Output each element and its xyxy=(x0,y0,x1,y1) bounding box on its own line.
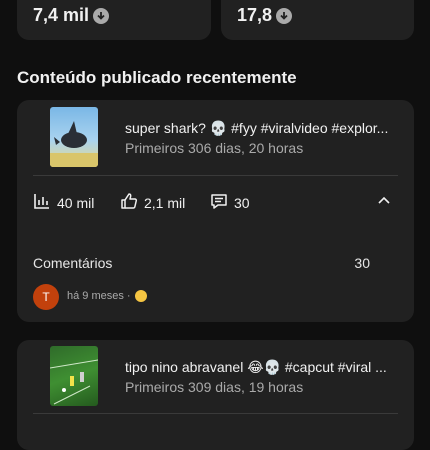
chevron-up-icon[interactable] xyxy=(376,192,392,213)
likes-metric: 2,1 mil xyxy=(120,192,185,213)
stat-value: 7,4 mil xyxy=(33,5,110,26)
video-meta: Primeiros 306 dias, 20 horas xyxy=(125,140,304,156)
comments-count-metric: 30 xyxy=(234,194,250,211)
avatar[interactable]: T xyxy=(33,284,59,310)
views-metric: 40 mil xyxy=(33,192,94,213)
laughing-emoji-icon xyxy=(134,290,147,302)
arrow-down-circle-icon xyxy=(93,7,110,24)
arrow-down-circle-icon xyxy=(276,7,293,24)
likes-count: 2,1 mil xyxy=(144,194,186,211)
stat-value-text: 17,8 xyxy=(237,5,273,25)
stat-value-text: 7,4 mil xyxy=(33,5,90,25)
thumbs-up-icon xyxy=(120,192,138,213)
video-thumbnail[interactable] xyxy=(50,346,98,406)
video-meta: Primeiros 309 dias, 19 horas xyxy=(125,379,304,395)
divider xyxy=(33,175,398,176)
section-title: Conteúdo publicado recentemente xyxy=(17,68,297,87)
stat-card-views: 7,4 mil xyxy=(17,0,211,40)
comments-label[interactable]: Comentários xyxy=(33,255,112,271)
video-card[interactable]: super shark? 💀 #fyy #viralvideo #explor.… xyxy=(17,100,414,322)
video-card[interactable]: tipo nino abravanel 😂💀 #capcut #viral ..… xyxy=(17,340,414,450)
divider xyxy=(33,413,398,414)
video-thumbnail[interactable] xyxy=(50,107,98,167)
comments-metric: 30 xyxy=(210,192,250,213)
comment-meta: há 9 meses · xyxy=(67,290,147,302)
bar-chart-icon xyxy=(33,192,51,213)
stat-card-hours: 17,8 xyxy=(221,0,414,40)
comment-icon xyxy=(210,192,228,213)
stat-value: 17,8 xyxy=(237,5,293,26)
comment-time: há 9 meses · xyxy=(67,290,131,302)
video-title[interactable]: tipo nino abravanel 😂💀 #capcut #viral ..… xyxy=(125,359,395,376)
comments-count: 30 xyxy=(354,255,370,271)
views-count: 40 mil xyxy=(57,194,95,211)
video-title[interactable]: super shark? 💀 #fyy #viralvideo #explor.… xyxy=(125,120,395,137)
